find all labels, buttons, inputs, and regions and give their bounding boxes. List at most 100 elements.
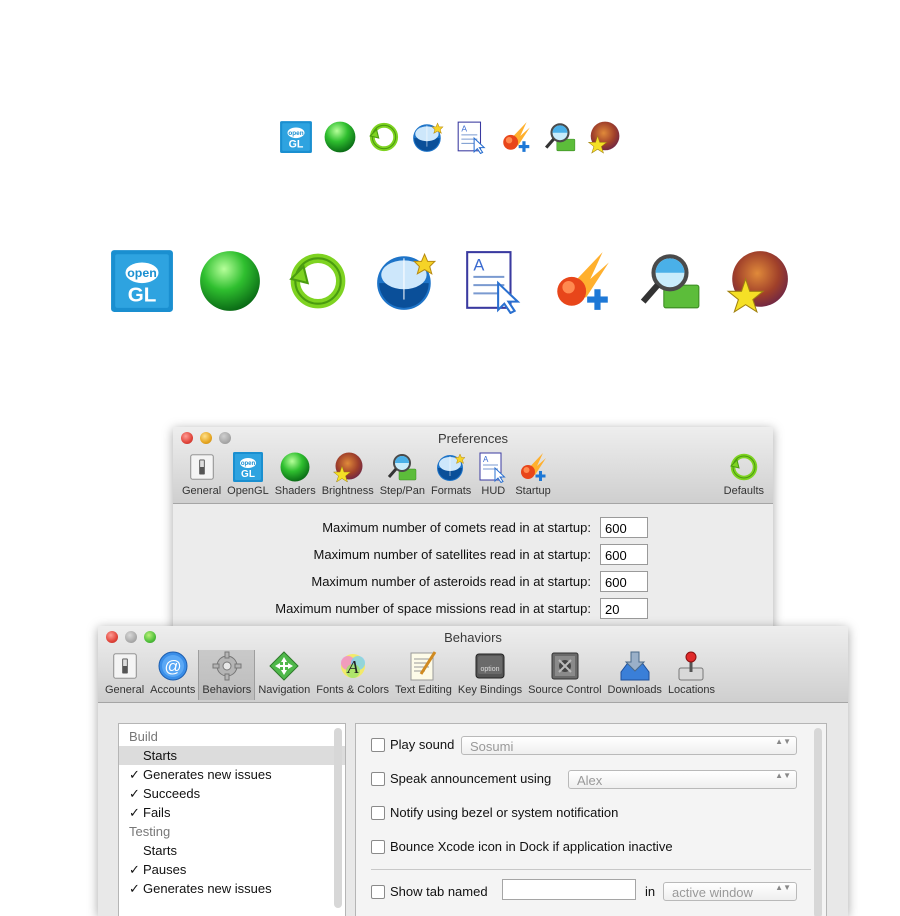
speak-checkbox[interactable] [371,771,385,786]
tab-source-control[interactable]: Source Control [525,650,604,700]
tab-general[interactable]: General [179,451,224,501]
svg-text:@: @ [164,657,181,676]
svg-text:A: A [483,455,489,464]
tab-key-bindings[interactable]: option Key Bindings [455,650,525,700]
green-sphere-icon [324,121,356,153]
defaults-button[interactable]: Defaults [721,451,767,501]
window-title: Preferences [437,431,509,446]
tab-text-editing[interactable]: Text Editing [392,650,455,700]
play-sound-checkbox[interactable] [371,737,385,752]
popup-arrows-icon: ▲▼ [775,771,791,780]
sidebar-item-label: Pauses [143,862,187,877]
tab-label: General [182,485,222,497]
navigation-icon [269,651,300,681]
tab-shaders[interactable]: Shaders [272,451,319,501]
svg-text:A: A [473,257,484,275]
notify-option[interactable]: Notify using bezel or system notificatio… [371,805,618,820]
checkmark-icon: ✓ [129,767,140,782]
sound-popup-value: Sosumi [470,739,514,754]
joystick-icon [678,651,704,681]
asteroids-label: Maximum number of asteroids read in at s… [311,574,591,589]
svg-text:open: open [241,461,256,467]
hud-cursor-icon: A [457,121,486,154]
show-tab-label: Show tab named [390,884,488,899]
small-icon-row: open GL A [0,120,900,154]
satellites-row: Maximum number of satellites read in at … [173,541,773,568]
show-tab-checkbox[interactable] [371,884,385,899]
window-popup[interactable]: active window ▲▼ [663,882,797,901]
missions-label: Maximum number of space missions read in… [275,601,591,616]
hud-cursor-icon: A [466,251,521,314]
tab-label: HUD [481,485,506,497]
opengl-icon: open GL [280,121,312,153]
svg-text:GL: GL [128,284,157,307]
bounce-checkbox[interactable] [371,839,385,854]
show-tab-option[interactable]: Show tab named [371,884,488,899]
checkmark-icon: ✓ [129,881,140,896]
planet-star-icon [726,251,788,314]
sidebar-item[interactable]: ✓ Generates new issues [119,879,345,898]
sidebar-item-label: Build [129,729,158,744]
tab-startup[interactable]: Startup [512,451,553,501]
comets-field[interactable]: 600 [600,517,648,538]
bounce-option[interactable]: Bounce Xcode icon in Dock if application… [371,839,673,854]
options-scrollbar[interactable] [814,728,822,916]
tab-label: OpenGL [227,485,269,497]
tab-general[interactable]: General [102,650,147,700]
tab-opengl[interactable]: open GL OpenGL [224,451,272,501]
tab-label: Formats [430,485,472,497]
svg-text:open: open [127,266,157,280]
play-sound-label: Play sound [390,737,455,752]
missions-field[interactable]: 20 [600,598,648,619]
tab-step-pan[interactable]: Step/Pan [377,451,428,501]
satellites-field[interactable]: 600 [600,544,648,565]
tab-locations[interactable]: Locations [665,650,718,700]
sidebar-section-header: Build [119,727,345,746]
sidebar-item[interactable]: ✓ Pauses [119,860,345,879]
sidebar-item[interactable]: ✓ Fails [119,803,345,822]
behaviors-options-pane: Play sound Sosumi ▲▼ Speak announcement … [355,723,827,916]
magnifier-icon [640,254,700,309]
tab-fonts-colors[interactable]: A Fonts & Colors [313,650,392,700]
svg-text:GL: GL [241,469,255,480]
comets-row: Maximum number of comets read in at star… [173,514,773,541]
sidebar-item-label: Starts [143,748,177,763]
green-sphere-icon [280,452,310,482]
planet-star-icon [587,121,620,154]
sidebar-item-label: Starts [143,843,177,858]
comets-label: Maximum number of comets read in at star… [322,520,591,535]
sound-popup[interactable]: Sosumi ▲▼ [461,736,797,755]
sidebar-item[interactable]: ✓ Succeeds [119,784,345,803]
play-sound-option[interactable]: Play sound [371,737,454,752]
fonts-colors-icon: A [340,654,365,678]
tab-hud[interactable]: A HUD [474,451,512,501]
checkmark-icon: ✓ [129,862,140,877]
globe-star-icon [413,122,444,152]
sidebar-item[interactable]: Starts [119,841,345,860]
tab-label: Key Bindings [457,684,523,696]
tab-brightness[interactable]: Brightness [319,451,377,501]
asteroids-field[interactable]: 600 [600,571,648,592]
sidebar-section-header: Testing [119,822,345,841]
notify-checkbox[interactable] [371,805,385,820]
sidebar-scrollbar[interactable] [334,728,342,908]
preferences-toolbar: General open GL OpenGL Shaders Brightness… [179,451,767,501]
large-icon-row: open GL A [0,248,900,314]
tab-accounts[interactable]: @ Accounts [147,650,198,700]
behaviors-sidebar: Build Starts ✓ Generates new issues ✓ Succeed… [118,723,346,916]
voice-popup[interactable]: Alex ▲▼ [568,770,797,789]
behaviors-window: Behaviors General @ Accounts Behaviors N… [98,626,848,916]
speak-option[interactable]: Speak announcement using [371,771,551,786]
sidebar-item[interactable]: Starts [119,746,345,765]
comet-add-icon [557,252,609,310]
tab-downloads[interactable]: Downloads [605,650,665,700]
tab-navigation[interactable]: Navigation [255,650,313,700]
text-editing-icon [410,651,437,681]
satellites-label: Maximum number of satellites read in at … [313,547,591,562]
preferences-form: Maximum number of comets read in at star… [173,514,773,622]
tab-formats[interactable]: Formats [428,451,474,501]
tab-name-field[interactable] [502,879,636,900]
sidebar-item[interactable]: ✓ Generates new issues [119,765,345,784]
tab-label: Brightness [321,485,374,497]
tab-behaviors[interactable]: Behaviors [198,650,256,700]
